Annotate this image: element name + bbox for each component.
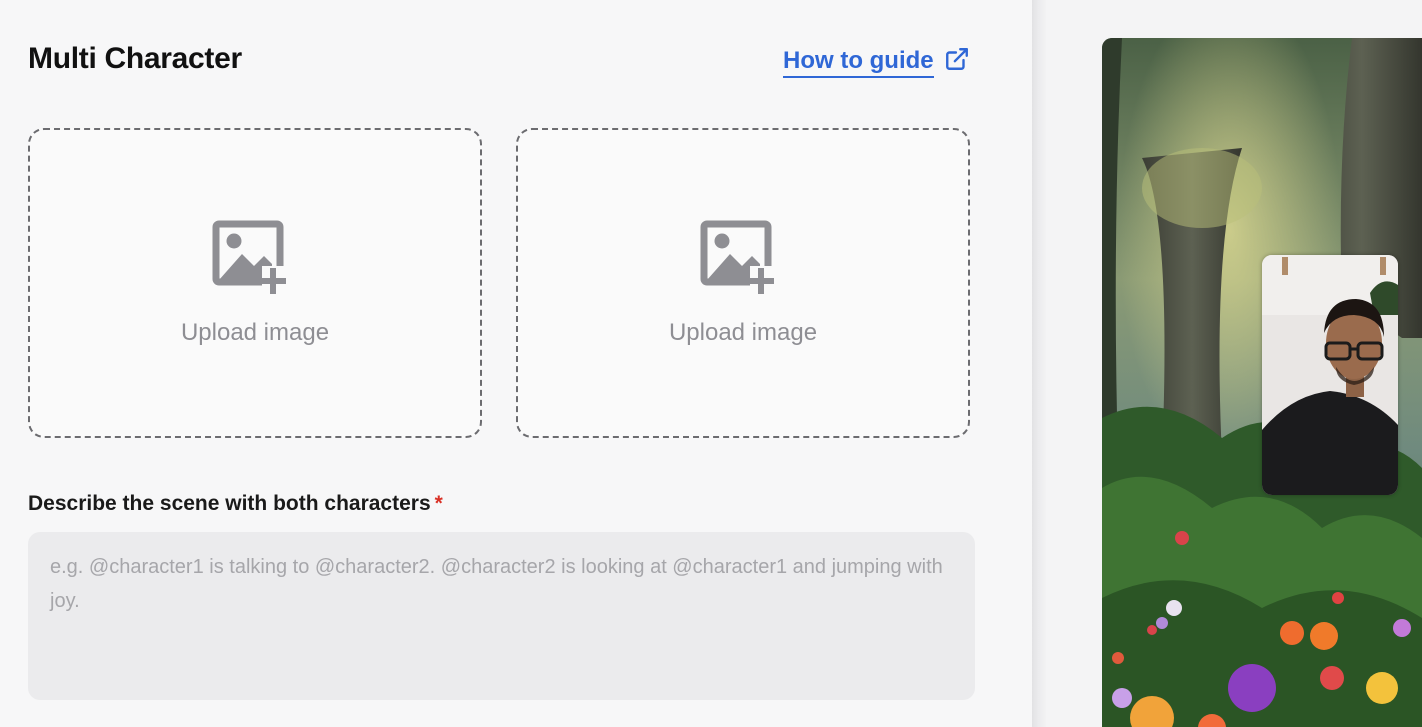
multi-character-panel: Multi Character How to guide Upload imag… (0, 0, 1032, 727)
external-link-icon (944, 46, 970, 79)
page-title: Multi Character (28, 42, 242, 75)
how-to-guide-label: How to guide (783, 47, 934, 78)
how-to-guide-link[interactable]: How to guide (783, 46, 970, 79)
panel-divider (1032, 0, 1046, 727)
upload-image-box-2[interactable]: Upload image (516, 128, 970, 438)
upload-image-box-1[interactable]: Upload image (28, 128, 482, 438)
upload-image-label: Upload image (668, 318, 818, 346)
scene-description-input[interactable] (28, 532, 975, 700)
webcam-overlay (1262, 255, 1398, 495)
scene-description-text: Describe the scene with both characters (28, 492, 431, 515)
scene-description-label: Describe the scene with both characters * (28, 492, 443, 516)
upload-image-label: Upload image (180, 318, 330, 346)
image-add-icon (212, 220, 298, 301)
required-mark: * (434, 492, 443, 515)
image-add-icon (700, 220, 786, 301)
